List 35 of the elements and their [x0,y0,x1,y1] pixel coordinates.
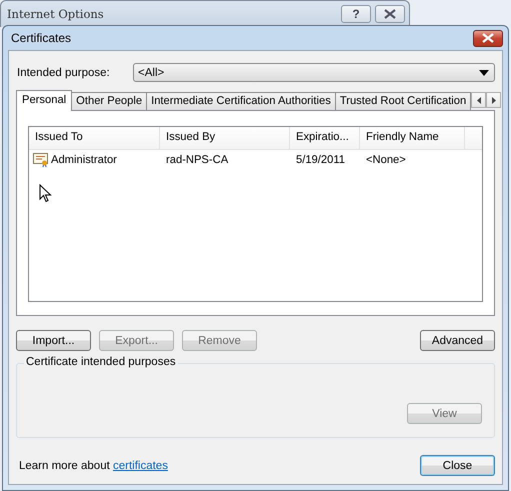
scroll-right-button[interactable] [486,92,502,108]
action-button[interactable]: Import... [16,330,91,351]
group-title: Certificate intended purposes [24,356,178,368]
intended-purpose-label: Intended purpose: [16,66,111,78]
right-arrow-icon [492,96,496,104]
help-text: Learn more about certificates [19,460,168,472]
dropdown-arrow-icon [479,70,489,76]
table-row[interactable]: Administrator rad-NPS-CA 5/19/2011 <None> [29,150,482,170]
scroll-left-button[interactable] [471,92,486,108]
certificate-icon [33,153,49,167]
column-header[interactable]: Friendly Name [360,127,465,149]
close-icon [383,9,397,19]
column-header[interactable]: Issued To [29,127,160,149]
column-header[interactable]: Issued By [160,127,290,149]
table-cell: 5/19/2011 [296,154,345,166]
close-button[interactable] [375,5,405,23]
table-cell: Administrator [51,154,117,166]
help-button[interactable]: ? [341,5,371,23]
tab[interactable]: Other People [71,92,148,110]
tab[interactable]: Intermediate Certification Authorities [146,92,336,110]
left-arrow-icon [476,96,481,104]
table-cell: <None> [366,154,406,166]
table-cell: rad-NPS-CA [166,154,228,166]
close-button[interactable]: Close [420,455,495,476]
dialog-title: Certificates [10,31,72,45]
tab[interactable]: Trusted Root Certification [334,92,472,110]
tab[interactable]: Personal [16,90,72,111]
close-icon [481,33,495,43]
close-button[interactable] [473,30,503,46]
window-title: Internet Options [7,7,104,21]
column-header[interactable]: Expiratio... [290,127,360,149]
mouse-cursor-icon [39,184,53,204]
intended-purpose-dropdown[interactable]: <All> [133,63,495,82]
advanced-button[interactable]: Advanced [420,330,495,351]
certificates-link[interactable]: certificates [112,460,168,472]
